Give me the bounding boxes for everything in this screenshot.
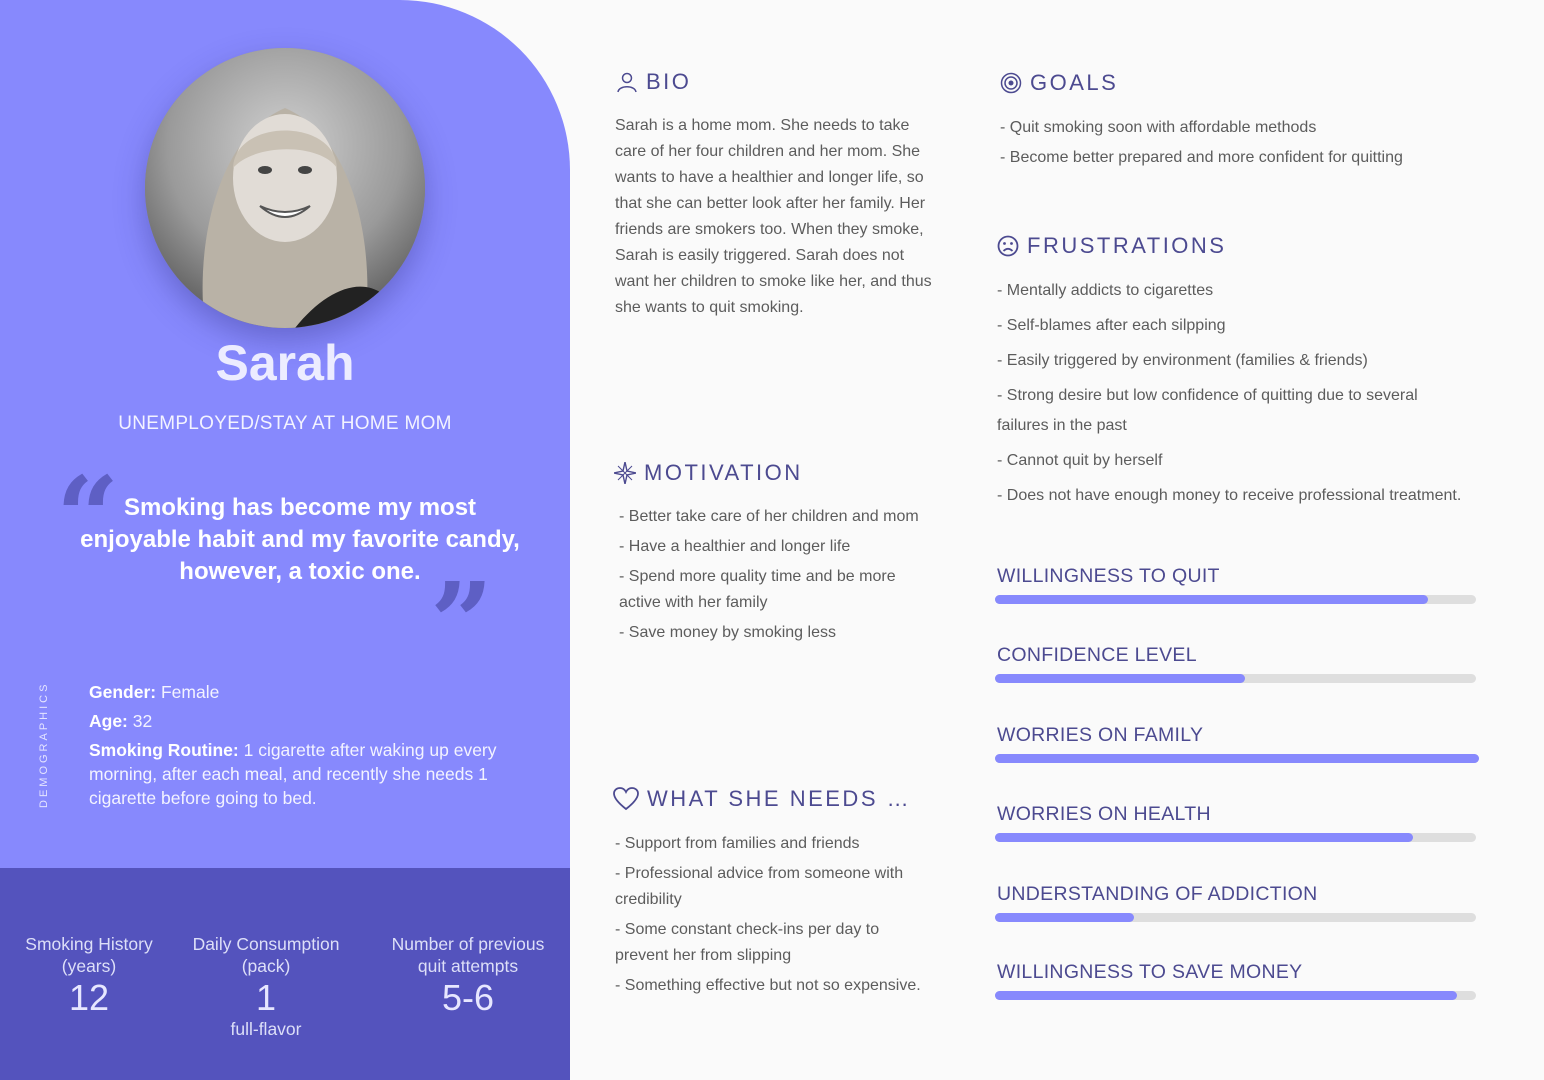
bio-line: Sarah is a home mom. She needs to take xyxy=(615,117,910,134)
stat-label-unit: (pack) xyxy=(241,956,291,976)
bio-line: want her children to smoke like her, and… xyxy=(615,273,932,290)
demographic-gender: Gender: Female xyxy=(89,680,529,704)
gender-value: Female xyxy=(160,682,220,702)
sad-face-icon xyxy=(997,235,1019,257)
demographics-label: DEMOGRAPHICS xyxy=(38,681,50,808)
user-icon xyxy=(617,72,637,93)
gender-label: Gender: xyxy=(89,682,157,702)
meter-track xyxy=(995,674,1476,683)
motivation-heading-text: MOTIVATION xyxy=(644,460,803,485)
profile-photo xyxy=(145,48,425,328)
portrait-image xyxy=(145,48,425,328)
list-item: - Cannot quit by herself xyxy=(997,452,1163,469)
meter-track xyxy=(995,595,1476,604)
meter-track xyxy=(995,833,1476,842)
list-item: - Self-blames after each silpping xyxy=(997,317,1226,334)
needs-heading-text: WHAT SHE NEEDS … xyxy=(647,786,912,811)
list-item: - Support from families and friends xyxy=(615,835,860,852)
list-item: - Become better prepared and more confid… xyxy=(1000,149,1403,166)
bio-text: Sarah is a home mom. She needs to take c… xyxy=(615,113,955,321)
goals-list: - Quit smoking soon with affordable meth… xyxy=(1000,115,1520,171)
meter-track xyxy=(995,991,1476,1000)
age-label: Age: xyxy=(89,711,128,731)
stat-sub: full-flavor xyxy=(230,1019,302,1039)
compass-star-icon xyxy=(614,462,636,484)
bio-heading-text: BIO xyxy=(646,69,692,94)
meter-fill xyxy=(995,913,1135,922)
needs-heading: WHAT SHE NEEDS … xyxy=(613,786,911,812)
list-item: - Strong desire but low confidence of qu… xyxy=(997,387,1418,404)
demographic-age: Age: 32 xyxy=(89,709,529,733)
persona-name: Sarah xyxy=(215,335,355,391)
bio-line: friends are smokers too. When they smoke… xyxy=(615,221,924,238)
needs-list: - Support from families and friends - Pr… xyxy=(615,831,955,999)
bio-line: Sarah is easily triggered. Sarah does no… xyxy=(615,247,905,264)
motivation-list: - Better take care of her children and m… xyxy=(619,504,959,646)
demographic-routine: Smoking Routine: 1 cigarette after wakin… xyxy=(89,738,529,810)
bio-line: care of her four children and her mom. S… xyxy=(615,143,921,160)
list-item: - Better take care of her children and m… xyxy=(619,508,919,525)
age-value: 32 xyxy=(132,711,153,731)
meter-fill xyxy=(995,754,1479,763)
list-item: - Quit smoking soon with affordable meth… xyxy=(1000,119,1317,136)
list-item: - Mentally addicts to cigarettes xyxy=(997,282,1214,299)
meter-label: CONFIDENCE LEVEL xyxy=(997,644,1197,666)
stat-value: 1 xyxy=(255,977,277,1018)
list-item: - Spend more quality time and be more xyxy=(619,568,896,585)
list-item: - Does not have enough money to receive … xyxy=(997,487,1462,504)
bio-line: wants to have a healthier and longer lif… xyxy=(615,169,924,186)
list-item: - Have a healthier and longer life xyxy=(619,538,851,555)
stat-label-unit: (years) xyxy=(61,956,117,976)
bio-heading: BIO xyxy=(616,69,691,95)
close-quote-icon: ” xyxy=(430,558,494,687)
meter-fill xyxy=(995,833,1414,842)
stat-daily-consumption: Daily Consumption (pack) 1 full-flavor xyxy=(180,933,352,1040)
list-item: active with her family xyxy=(619,594,768,611)
list-item: failures in the past xyxy=(997,417,1127,434)
meter-track xyxy=(995,913,1476,922)
list-item: - Something effective but not so expensi… xyxy=(615,977,921,994)
list-item: - Easily triggered by environment (famil… xyxy=(997,352,1368,369)
goals-heading-text: GOALS xyxy=(1030,70,1119,95)
motivation-heading: MOTIVATION xyxy=(614,460,803,486)
bio-line: she wants to quit smoking. xyxy=(615,299,804,316)
frustrations-heading: FRUSTRATIONS xyxy=(997,233,1226,259)
meter-fill xyxy=(995,595,1428,604)
meter-label: WORRIES ON FAMILY xyxy=(997,724,1204,746)
target-icon xyxy=(1000,72,1022,94)
list-item: - Some constant check-ins per day to xyxy=(615,921,880,938)
stat-label: Number of previous xyxy=(391,934,545,954)
goals-heading: GOALS xyxy=(1000,70,1118,96)
stat-label-unit: quit attempts xyxy=(417,956,519,976)
stat-smoking-history: Smoking History (years) 12 xyxy=(8,933,170,1019)
list-item: - Save money by smoking less xyxy=(619,624,836,641)
meter-label: UNDERSTANDING OF ADDICTION xyxy=(997,883,1318,905)
meter-fill xyxy=(995,674,1246,683)
meter-label: WORRIES ON HEALTH xyxy=(997,803,1211,825)
stat-value: 5-6 xyxy=(441,977,495,1018)
list-item: credibility xyxy=(615,891,682,908)
heart-icon xyxy=(613,787,639,811)
meter-track xyxy=(995,754,1479,763)
stat-label: Smoking History xyxy=(25,934,153,954)
meter-label: WILLINGNESS TO QUIT xyxy=(997,565,1220,587)
bio-line: that she can better look after her famil… xyxy=(615,195,926,212)
stat-label: Daily Consumption xyxy=(192,934,340,954)
list-item: - Professional advice from someone with xyxy=(615,865,904,882)
persona-role: UNEMPLOYED/STAY AT HOME MOM xyxy=(118,413,452,434)
frustrations-list: - Mentally addicts to cigarettes - Self-… xyxy=(997,278,1527,509)
stat-value: 12 xyxy=(68,977,110,1018)
meter-label: WILLINGNESS TO SAVE MONEY xyxy=(997,961,1303,983)
stat-quit-attempts: Number of previous quit attempts 5-6 xyxy=(378,933,558,1019)
routine-label: Smoking Routine: xyxy=(89,740,239,760)
meter-fill xyxy=(995,991,1457,1000)
list-item: prevent her from slipping xyxy=(615,947,792,964)
frustrations-heading-text: FRUSTRATIONS xyxy=(1027,233,1227,258)
